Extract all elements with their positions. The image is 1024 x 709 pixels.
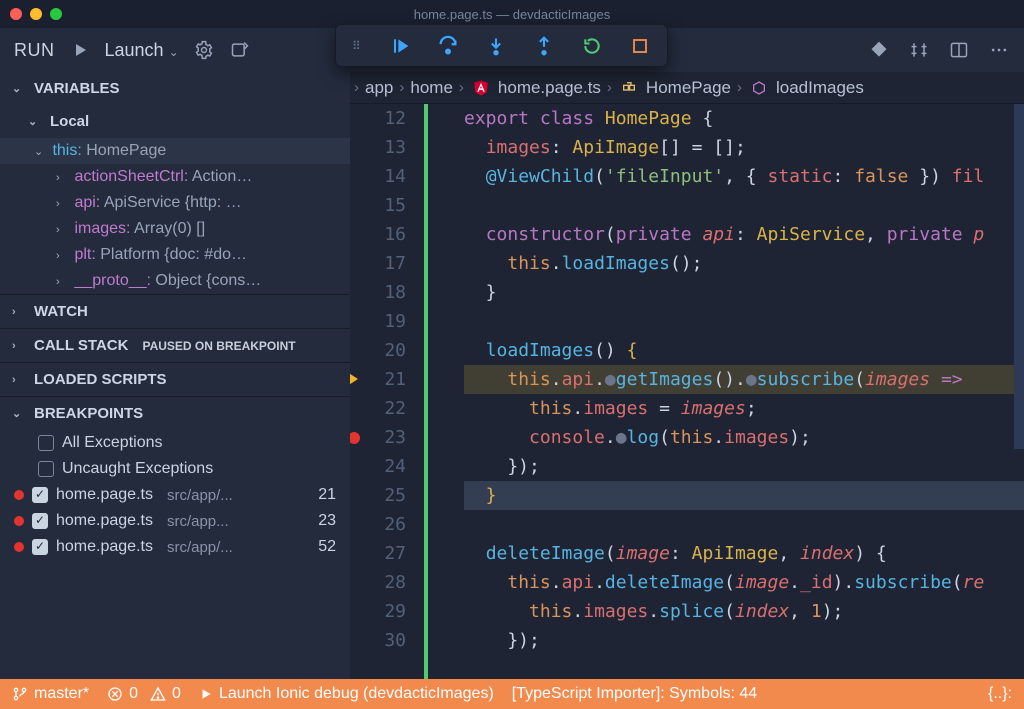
window-controls xyxy=(10,8,62,20)
breakpoints-header[interactable]: ⌄BREAKPOINTS xyxy=(0,396,350,430)
method-icon xyxy=(748,77,770,99)
run-label: RUN xyxy=(14,40,55,61)
split-editor-icon[interactable] xyxy=(908,39,930,61)
checkbox-icon[interactable] xyxy=(32,513,48,529)
breakpoint-icon xyxy=(14,516,24,526)
min-window-icon[interactable] xyxy=(30,8,42,20)
max-window-icon[interactable] xyxy=(50,8,62,20)
more-icon[interactable] xyxy=(988,39,1010,61)
close-window-icon[interactable] xyxy=(10,8,22,20)
gear-icon[interactable] xyxy=(193,39,215,61)
source-control-icon[interactable] xyxy=(868,39,890,61)
var-item[interactable]: › api: ApiService {http: … xyxy=(0,190,350,216)
errors-count[interactable]: 0 0 xyxy=(107,685,181,703)
step-over-button[interactable] xyxy=(437,35,459,57)
breakpoint-row[interactable]: home.page.tssrc/app/...21 xyxy=(0,482,350,508)
debug-target[interactable]: Launch Ionic debug (devdacticImages) xyxy=(199,685,494,703)
checkbox-icon[interactable] xyxy=(32,539,48,555)
gutter[interactable]: 12131415161718192021222324252627282930 xyxy=(350,104,424,679)
git-branch[interactable]: master* xyxy=(12,685,89,703)
breakpoint-icon xyxy=(14,542,24,552)
start-debug-button[interactable] xyxy=(69,39,91,61)
checkbox-icon[interactable] xyxy=(38,435,54,451)
code-editor[interactable]: 12131415161718192021222324252627282930 e… xyxy=(350,104,1024,679)
debug-console-icon[interactable] xyxy=(229,39,251,61)
window-title: home.page.ts — devdacticImages xyxy=(414,7,611,22)
step-into-button[interactable] xyxy=(485,35,507,57)
checkbox-icon[interactable] xyxy=(32,487,48,503)
checkbox-icon[interactable] xyxy=(38,461,54,477)
continue-button[interactable] xyxy=(389,35,411,57)
callstack-header[interactable]: ›CALL STACK PAUSED ON BREAKPOINT xyxy=(0,328,350,362)
restart-button[interactable] xyxy=(581,35,603,57)
scope-local[interactable]: ⌄Local xyxy=(0,105,350,138)
paused-badge: PAUSED ON BREAKPOINT xyxy=(142,339,295,353)
var-item[interactable]: › actionSheetCtrl: Action… xyxy=(0,164,350,190)
debug-config-select[interactable]: Launch ⌄ xyxy=(105,40,179,61)
breakpoint-icon xyxy=(14,490,24,500)
variables-header[interactable]: ⌄VARIABLES xyxy=(0,72,350,105)
ts-importer[interactable]: [TypeScript Importer]: Symbols: 44 xyxy=(512,685,757,703)
drag-handle-icon[interactable]: ⠿ xyxy=(352,39,363,53)
step-out-button[interactable] xyxy=(533,35,555,57)
bp-all-exceptions[interactable]: All Exceptions xyxy=(0,430,350,456)
var-this[interactable]: ⌄ this: HomePage xyxy=(0,138,350,164)
bp-uncaught-exceptions[interactable]: Uncaught Exceptions xyxy=(0,456,350,482)
var-item[interactable]: › images: Array(0) [] xyxy=(0,216,350,242)
watch-header[interactable]: ›WATCH xyxy=(0,294,350,328)
loaded-scripts-header[interactable]: ›LOADED SCRIPTS xyxy=(0,362,350,396)
panel-layout-icon[interactable] xyxy=(948,39,970,61)
debug-toolbar[interactable]: ⠿ xyxy=(335,24,668,67)
class-icon xyxy=(618,77,640,99)
minimap[interactable] xyxy=(1014,104,1024,679)
breadcrumb[interactable]: ›app ›home › home.page.ts › HomePage › l… xyxy=(350,72,1024,104)
stop-button[interactable] xyxy=(629,35,651,57)
editor-pane: ›app ›home › home.page.ts › HomePage › l… xyxy=(350,72,1024,679)
var-item[interactable]: › plt: Platform {doc: #do… xyxy=(0,242,350,268)
breakpoint-row[interactable]: home.page.tssrc/app...23 xyxy=(0,508,350,534)
breakpoint-row[interactable]: home.page.tssrc/app/...52 xyxy=(0,534,350,560)
debug-sidebar: ⌄VARIABLES ⌄Local ⌄ this: HomePage › act… xyxy=(0,72,350,679)
angular-icon xyxy=(470,77,492,99)
var-item[interactable]: › __proto__: Object {cons… xyxy=(0,268,350,294)
prettier-status[interactable]: {..}: xyxy=(988,685,1012,703)
status-bar: master* 0 0 Launch Ionic debug (devdacti… xyxy=(0,679,1024,709)
